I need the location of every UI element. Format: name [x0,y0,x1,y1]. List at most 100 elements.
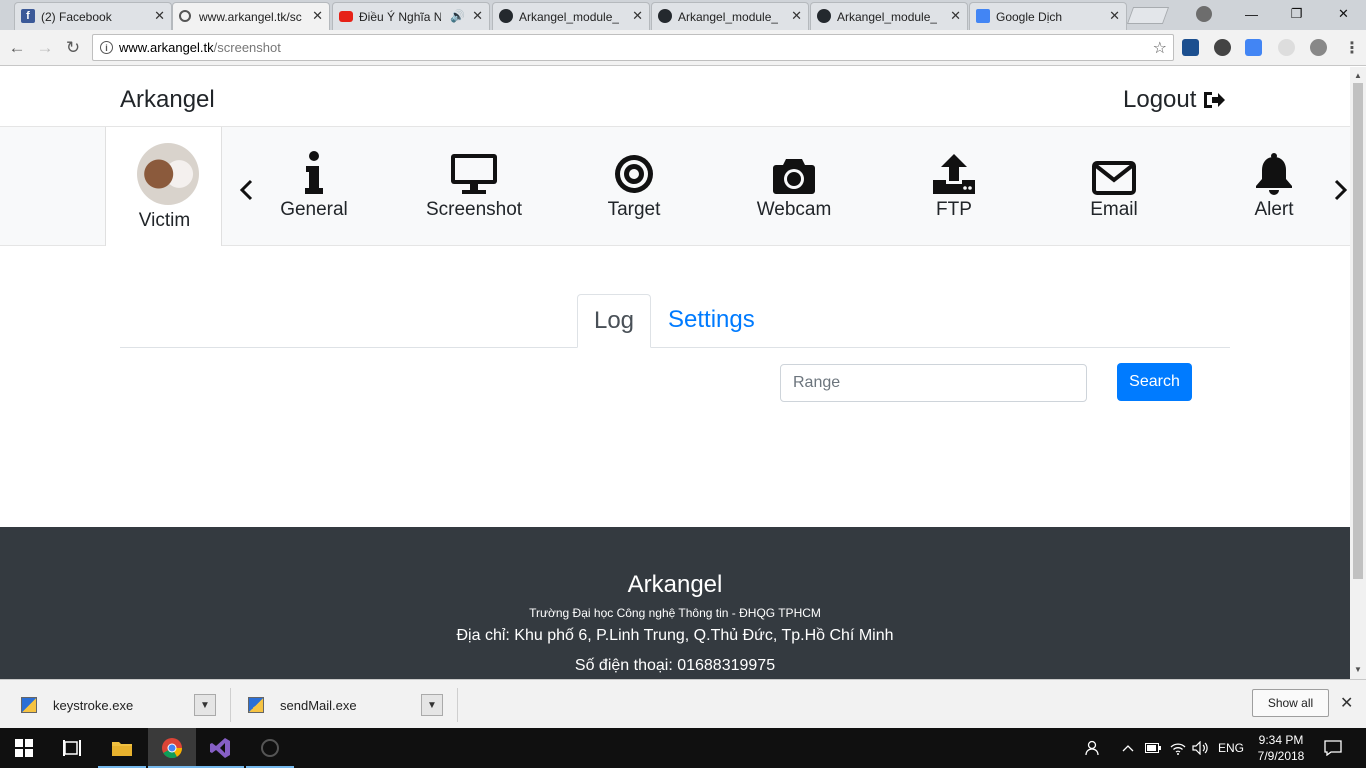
browser-tab-github-2[interactable]: Arkangel_module_ ✕ [651,2,809,30]
scrollbar-thumb[interactable] [1353,83,1363,579]
envelope-icon [1092,161,1136,195]
close-icon[interactable]: ✕ [1109,9,1120,23]
module-nav-bar: Victim General Screenshot Target Webcam … [0,126,1350,246]
page-scrollbar[interactable]: ▲ ▼ [1350,67,1366,679]
shelf-divider [230,688,231,722]
nav-label: General [280,199,348,220]
victim-label: Victim [138,210,191,231]
target-icon [615,155,653,193]
file-explorer-icon[interactable] [98,728,146,768]
bell-icon [1256,153,1292,195]
close-icon[interactable]: ✕ [950,9,961,23]
browser-tab-google-translate[interactable]: Google Dịch ✕ [969,2,1127,30]
scroll-down-arrow-icon[interactable]: ▼ [1354,665,1362,674]
exe-file-icon [21,697,37,713]
tab-title: Arkangel_module_ [837,9,938,24]
input-language[interactable]: ENG [1218,728,1244,768]
nav-webcam[interactable]: Webcam [719,147,869,221]
bookmark-star-icon[interactable]: ☆ [1153,38,1167,58]
search-button[interactable]: Search [1117,363,1192,401]
close-icon[interactable]: ✕ [1340,693,1353,713]
browser-tab-github-1[interactable]: Arkangel_module_ ✕ [492,2,650,30]
nav-screenshot[interactable]: Screenshot [399,147,549,221]
chevron-down-icon[interactable]: ▼ [421,694,443,716]
close-icon[interactable]: ✕ [632,9,643,23]
url-path: /screenshot [213,40,281,55]
chevron-down-icon[interactable]: ▼ [194,694,216,716]
menu-kebab-icon[interactable]: ⋮ [1344,38,1360,58]
nav-label: Email [1090,199,1138,220]
close-icon[interactable]: ✕ [791,9,802,23]
tab-title: (2) Facebook [41,9,112,24]
volume-icon[interactable] [1192,728,1208,768]
windows-start-icon[interactable] [0,728,48,768]
site-brand[interactable]: Arkangel [120,86,215,114]
chrome-taskbar-icon[interactable] [148,728,196,768]
google-translate-icon [976,9,990,23]
window-close-button[interactable]: ✕ [1321,0,1366,28]
extension-icon[interactable] [1182,39,1199,56]
chevron-right-icon[interactable] [1334,179,1348,207]
show-all-downloads-button[interactable]: Show all [1252,689,1329,717]
battery-icon[interactable] [1145,728,1161,768]
tab-log[interactable]: Log [577,294,651,348]
maximize-button[interactable]: ❐ [1274,0,1319,28]
range-input[interactable] [780,364,1087,402]
user-profile-icon[interactable] [1196,6,1212,22]
chevron-up-icon[interactable] [1122,728,1134,768]
browser-tab-github-3[interactable]: Arkangel_module_ ✕ [810,2,968,30]
tab-settings[interactable]: Settings [668,306,755,334]
nav-alert[interactable]: Alert [1199,147,1349,221]
camera-icon [773,159,815,194]
wifi-icon[interactable] [1170,728,1186,768]
browser-tab-arkangel[interactable]: www.arkangel.tk/sc ✕ [172,2,330,30]
download-item-sendmail[interactable]: sendMail.exe ▼ [248,688,446,722]
minimize-button[interactable]: — [1229,0,1274,28]
windows-taskbar: ENG 9:34 PM 7/9/2018 [0,728,1366,768]
system-clock[interactable]: 9:34 PM 7/9/2018 [1248,732,1314,764]
nav-label: Alert [1254,199,1294,220]
web-page: Arkangel Logout Victim General Screensho… [0,67,1350,679]
task-view-icon[interactable] [48,728,96,768]
close-icon[interactable]: ✕ [154,9,165,23]
nav-email[interactable]: Email [1039,147,1189,221]
shelf-divider [457,688,458,722]
nav-ftp[interactable]: FTP [879,147,1029,221]
upload-icon [933,154,975,194]
nav-label: Target [607,199,661,220]
extension-icon[interactable] [1278,39,1295,56]
reload-icon[interactable]: ↻ [62,37,84,59]
scroll-up-arrow-icon[interactable]: ▲ [1354,71,1362,80]
nav-label: Webcam [756,199,832,220]
download-item-keystroke[interactable]: keystroke.exe ▼ [21,688,219,722]
nav-general[interactable]: General [239,147,389,221]
new-tab-button[interactable] [1126,7,1170,24]
logout-link[interactable]: Logout [1123,86,1226,114]
address-bar[interactable]: i www.arkangel.tk/screenshot ☆ [92,34,1174,61]
forward-arrow-icon[interactable]: → [34,37,56,59]
translate-extension-icon[interactable] [1245,39,1262,56]
extension-icon[interactable] [1214,39,1231,56]
browser-tab-facebook[interactable]: f (2) Facebook ✕ [14,2,172,30]
tab-title: Điều Ý Nghĩa N [359,9,441,24]
close-icon[interactable]: ✕ [312,9,323,23]
extension-icon[interactable] [1310,39,1327,56]
footer-address: Địa chỉ: Khu phố 6, P.Linh Trung, Q.Thủ … [456,627,894,644]
tab-title: Google Dịch [996,9,1063,24]
notification-center-icon[interactable] [1324,728,1342,768]
content-tabs: Log Settings [120,294,1230,348]
nav-label: Screenshot [425,199,523,220]
victim-selector[interactable]: Victim [105,127,222,246]
tab-title: Arkangel_module_ [519,9,620,24]
back-arrow-icon[interactable]: ← [6,37,28,59]
app-taskbar-icon[interactable] [246,728,294,768]
nav-label: FTP [936,199,972,220]
browser-tab-youtube[interactable]: Điều Ý Nghĩa N 🔊 ✕ [332,2,490,30]
chrome-tab-icon [179,10,191,22]
info-icon[interactable]: i [100,41,113,54]
close-icon[interactable]: ✕ [472,9,483,23]
nav-target[interactable]: Target [559,147,709,221]
speaker-icon[interactable]: 🔊 [450,9,465,23]
visual-studio-icon[interactable] [196,728,244,768]
people-icon[interactable] [1085,728,1103,768]
